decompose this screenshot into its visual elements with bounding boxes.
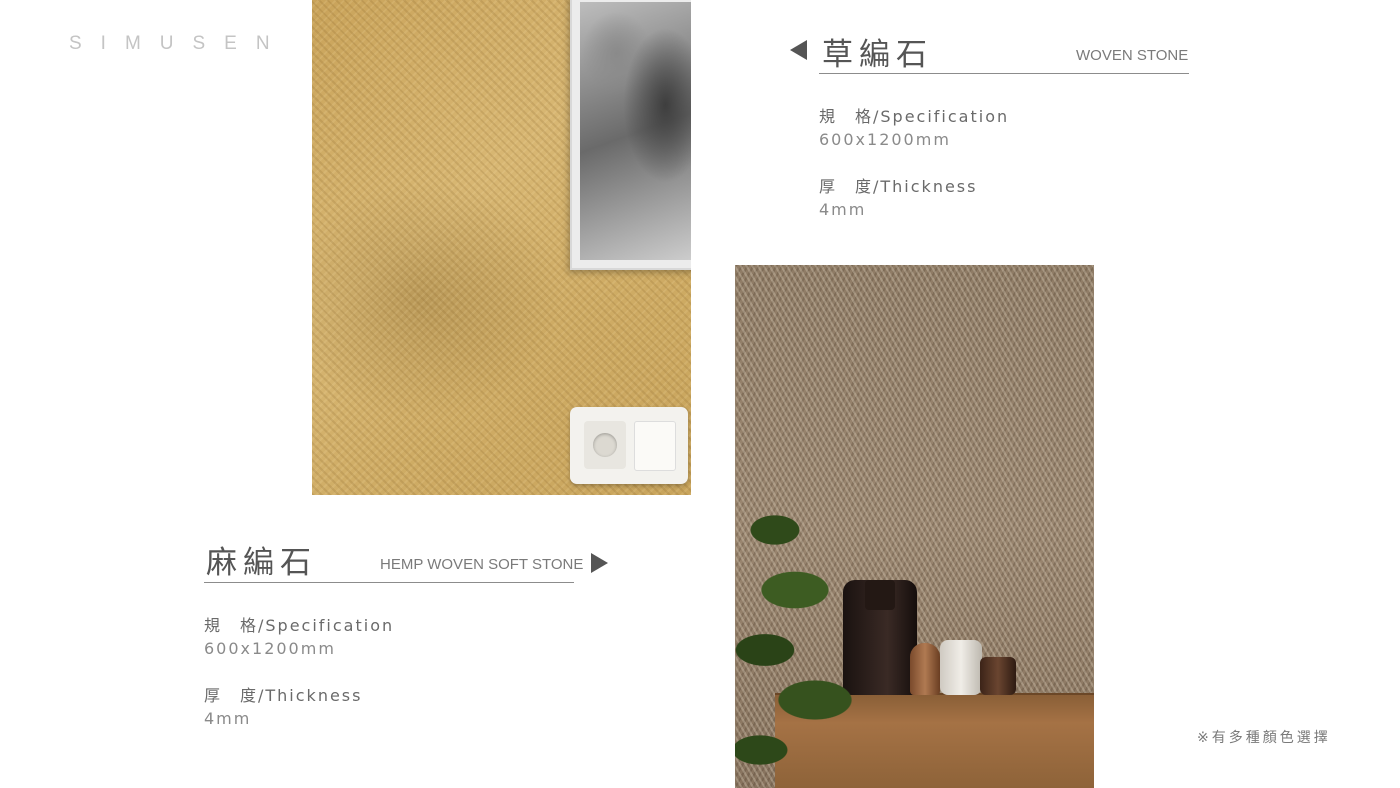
brand-logo-text: SIMUSEN	[69, 33, 289, 54]
thickness-value: 4mm	[819, 200, 867, 219]
white-vase	[940, 640, 982, 695]
hemp-woven-title-en: HEMP WOVEN SOFT STONE	[380, 556, 584, 573]
arrow-right-icon	[591, 553, 608, 573]
woven-stone-wall-photo	[735, 265, 1094, 788]
small-vase	[980, 657, 1016, 695]
hemp-woven-specs: 規 格/Specification 600x1200mm 厚 度/Thickne…	[204, 614, 394, 730]
frame-artwork	[580, 2, 691, 260]
monstera-plant	[735, 500, 885, 788]
outlet-hole	[593, 433, 617, 457]
arrow-left-icon	[790, 40, 807, 60]
spec-value: 600x1200mm	[819, 130, 951, 149]
woven-stone-title-en: WOVEN STONE	[1076, 47, 1189, 64]
wood-figure	[910, 643, 940, 695]
woven-stone-title-rule	[819, 73, 1189, 74]
hemp-woven-title-zh: 麻編石	[206, 545, 317, 581]
color-options-note: ※有多種顏色選擇	[1197, 730, 1331, 746]
woven-stone-title-zh: 草編石	[822, 37, 933, 73]
light-switch	[634, 421, 676, 471]
wall-socket	[570, 407, 688, 484]
hemp-woven-wall-photo	[312, 0, 691, 495]
woven-stone-specs: 規 格/Specification 600x1200mm 厚 度/Thickne…	[819, 105, 1009, 221]
power-outlet-icon	[584, 421, 626, 469]
thickness-value: 4mm	[204, 709, 252, 728]
spec-value: 600x1200mm	[204, 639, 336, 658]
hemp-woven-title-rule	[204, 582, 574, 583]
spec-label: 規 格/Specification	[819, 107, 1010, 126]
thickness-label: 厚 度/Thickness	[819, 177, 978, 196]
picture-frame	[570, 0, 691, 270]
thickness-label: 厚 度/Thickness	[204, 686, 363, 705]
spec-label: 規 格/Specification	[204, 616, 395, 635]
